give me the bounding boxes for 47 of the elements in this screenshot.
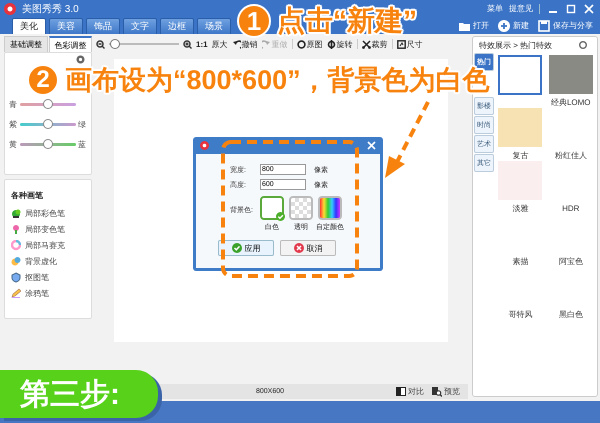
effect-label: 粉红佳人 — [554, 150, 587, 161]
effect-label: 哥特风 — [508, 309, 532, 320]
toolbar-button[interactable]: 保存与分享 — [535, 20, 596, 32]
effect-label: 复古 — [512, 150, 528, 161]
zoom-ratio: 1:1 — [196, 40, 208, 48]
slider-label: 青 — [9, 98, 18, 110]
effect-label: 素描 — [512, 256, 528, 267]
tab[interactable]: 色彩调整 — [48, 36, 92, 52]
menu-link[interactable]: 菜单 — [487, 3, 503, 14]
step-number: 1 — [237, 4, 271, 38]
brush-item[interactable]: 背景虚化 — [11, 256, 85, 267]
toolbar-button[interactable]: 对比 — [396, 386, 424, 397]
tab[interactable]: 美化 — [12, 18, 46, 34]
dialog-button[interactable]: 取消 — [280, 240, 336, 256]
toolbar-button[interactable]: 原图 — [296, 38, 323, 50]
brush-item[interactable]: 局部变色笔 — [11, 224, 85, 235]
step-badge: 第三步: — [0, 370, 158, 418]
toolbar-button[interactable]: 原大 — [212, 38, 228, 50]
section-title: 各种画笔 — [11, 190, 44, 201]
tab[interactable]: 场景 — [197, 18, 231, 34]
step-caption: 点击“新建” — [277, 4, 417, 38]
slider-label: 黄 — [9, 138, 18, 150]
toolbar-button[interactable]: 新建 — [495, 20, 532, 32]
menu-link[interactable]: 提意见 — [509, 3, 533, 14]
toolbar-button[interactable]: 撤销 — [232, 38, 258, 50]
effect-label: HDR — [562, 204, 580, 213]
tab[interactable]: 边框 — [160, 18, 194, 34]
brush-item[interactable]: 局部马赛克 — [11, 240, 85, 251]
toolbar-button[interactable]: 旋转 — [326, 38, 353, 50]
effect-label: 黑白色 — [558, 309, 583, 320]
toolbar-button[interactable]: 预览 — [432, 386, 460, 397]
slider-label: 紫 — [9, 118, 18, 130]
effect-label: 淡雅 — [512, 203, 528, 214]
slider-label: 蓝 — [78, 138, 87, 150]
toolbar-button[interactable]: 裁剪 — [362, 38, 388, 50]
brush-item[interactable]: 涂鸦笔 — [11, 288, 85, 299]
effect-label: 经典LOMO — [550, 97, 591, 108]
toolbar-button[interactable]: 尺寸 — [396, 38, 423, 50]
dialog-button[interactable]: 应用 — [218, 240, 274, 256]
toolbar-button[interactable]: 打开 — [455, 20, 492, 32]
brush-item[interactable]: 抠图笔 — [11, 272, 85, 283]
breadcrumb: 特效展示 > 热门特效 — [479, 40, 552, 50]
effect-label: 阿宝色 — [558, 256, 583, 267]
slider-label: 绿 — [78, 118, 87, 130]
brush-item[interactable]: 局部彩色笔 — [11, 208, 85, 219]
tab[interactable]: 基础调整 — [4, 36, 48, 52]
window-title: 美图秀秀 3.0 — [22, 2, 79, 16]
